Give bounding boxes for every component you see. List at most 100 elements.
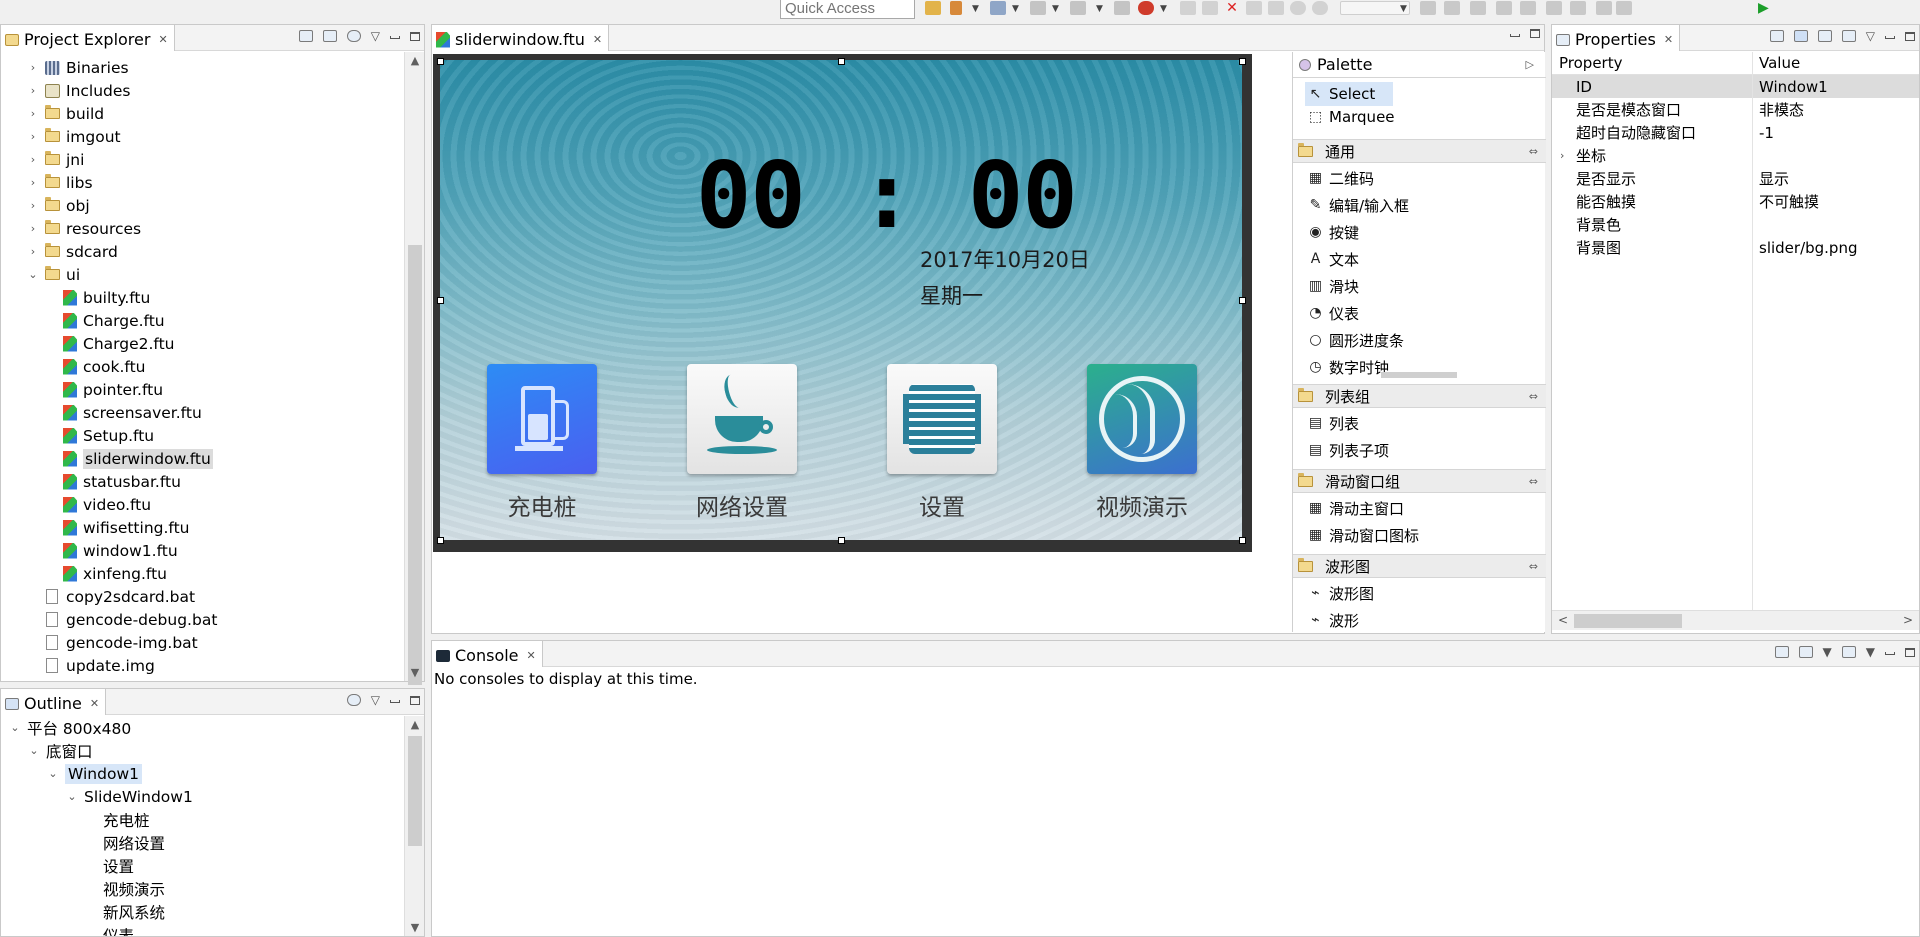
tab-outline[interactable]: Outline ✕: [1, 689, 107, 715]
chevron-down-icon[interactable]: ▽: [371, 693, 380, 707]
chevron-right-icon[interactable]: ›: [27, 199, 39, 212]
palette-item[interactable]: ▤ 列表子项: [1308, 438, 1389, 462]
tree-item[interactable]: cook.ftu: [63, 355, 145, 378]
chevron-down-icon[interactable]: ▼: [1823, 645, 1832, 659]
property-row[interactable]: 背景色: [1552, 213, 1919, 236]
chevron-down-icon[interactable]: ▼: [1866, 645, 1875, 659]
property-row[interactable]: › 坐标: [1552, 144, 1919, 167]
palette-item[interactable]: ⌁ 波形图: [1308, 581, 1374, 605]
chevron-right-icon[interactable]: ›: [27, 107, 39, 120]
tab-project-explorer[interactable]: Project Explorer ✕: [1, 25, 175, 51]
pin-console-icon[interactable]: [1774, 646, 1789, 658]
outline-item[interactable]: 视频演示: [103, 877, 165, 900]
resize-handle[interactable]: [838, 58, 845, 65]
resize-handle[interactable]: [437, 58, 444, 65]
layout-icon[interactable]: [1496, 1, 1512, 15]
palette-item[interactable]: ○ 圆形进度条: [1308, 328, 1404, 352]
paste-icon[interactable]: [1202, 1, 1218, 15]
minimize-button[interactable]: [1885, 652, 1895, 655]
resize-handle[interactable]: [1239, 58, 1246, 65]
tree-item[interactable]: wifisetting.ftu: [63, 516, 190, 539]
palette-item[interactable]: ▤ 列表: [1308, 411, 1359, 435]
tree-item[interactable]: statusbar.ftu: [63, 470, 181, 493]
chevron-right-icon[interactable]: ▷: [1526, 58, 1534, 71]
collapse-group-icon[interactable]: ⇔: [1529, 475, 1538, 488]
tab-console[interactable]: Console ✕: [432, 641, 543, 667]
restore-default-icon[interactable]: [1841, 30, 1856, 42]
property-row[interactable]: 是否显示 显示: [1552, 167, 1919, 190]
resize-handle[interactable]: [437, 297, 444, 304]
maximize-button[interactable]: [1530, 29, 1540, 38]
layout-icon[interactable]: [1616, 1, 1632, 15]
tree-item[interactable]: gencode-debug.bat: [46, 608, 217, 631]
categories-icon[interactable]: [1793, 30, 1808, 42]
tree-item[interactable]: › Binaries: [27, 56, 129, 79]
tree-item[interactable]: Setup.ftu: [63, 424, 154, 447]
collapse-group-icon[interactable]: ⇔: [1529, 560, 1538, 573]
outline-item[interactable]: ⌄ 平台 800x480: [9, 716, 131, 739]
outline-item[interactable]: 充电桩: [103, 808, 150, 831]
outline-item[interactable]: ⌄ 底窗口: [28, 739, 92, 762]
view-menu-icon[interactable]: [346, 30, 361, 42]
chevron-right-icon[interactable]: ›: [27, 245, 39, 258]
open-folder-icon[interactable]: [925, 1, 941, 15]
chevron-down-icon[interactable]: ⌄: [27, 268, 39, 281]
tree-item[interactable]: xinfeng.ftu: [63, 562, 167, 585]
property-value[interactable]: -1: [1759, 124, 1774, 142]
chevron-right-icon[interactable]: ›: [27, 153, 39, 166]
close-icon[interactable]: ✕: [593, 33, 602, 46]
palette-item[interactable]: ✎ 编辑/输入框: [1308, 193, 1409, 217]
tree-item[interactable]: copy2sdcard.bat: [46, 585, 195, 608]
maximize-button[interactable]: [410, 695, 420, 705]
chevron-down-icon[interactable]: ▼: [1052, 4, 1059, 14]
palette-item[interactable]: ▦ 二维码: [1308, 166, 1374, 190]
tree-item[interactable]: window1.ftu: [63, 539, 178, 562]
tree-item[interactable]: › imgout: [27, 125, 121, 148]
chevron-down-icon[interactable]: ⌄: [66, 790, 78, 803]
scroll-down-icon[interactable]: ▼: [405, 666, 425, 679]
tree-item[interactable]: gencode-img.bat: [46, 631, 198, 654]
scroll-up-icon[interactable]: ▲: [405, 54, 425, 67]
tree-item[interactable]: › Includes: [27, 79, 131, 102]
palette-item[interactable]: ▦ 滑动主窗口: [1308, 496, 1404, 520]
palette-tool-marquee[interactable]: ⬚ Marquee: [1308, 105, 1395, 129]
undo-icon[interactable]: [1246, 1, 1262, 15]
layout-icon[interactable]: [1546, 1, 1562, 15]
chevron-down-icon[interactable]: ▼: [1012, 4, 1019, 14]
minimize-button[interactable]: [390, 36, 400, 39]
close-icon[interactable]: ✕: [158, 33, 167, 46]
palette-item[interactable]: ▦ 滑动窗口图标: [1308, 523, 1419, 547]
tab-sliderwindow[interactable]: sliderwindow.ftu ✕: [432, 25, 610, 51]
pin-icon[interactable]: [1769, 30, 1784, 42]
layout-icon[interactable]: [1444, 1, 1460, 15]
outline-item[interactable]: 新风系统: [103, 900, 165, 923]
close-icon[interactable]: ✕: [90, 697, 99, 710]
palette-item[interactable]: ◷ 数字时钟: [1308, 355, 1389, 379]
align-icon[interactable]: [1070, 1, 1086, 15]
app-network-settings[interactable]: 网络设置: [662, 364, 822, 522]
tree-item[interactable]: update.img: [46, 654, 155, 677]
tree-item[interactable]: Charge2.ftu: [63, 332, 175, 355]
app-charging-station[interactable]: 充电桩: [462, 364, 622, 522]
outline-scrollbar[interactable]: ▲ ▼: [404, 716, 424, 936]
scrollbar-thumb[interactable]: [408, 736, 422, 846]
collapse-all-icon[interactable]: [298, 30, 313, 42]
chevron-right-icon[interactable]: ›: [27, 130, 39, 143]
tree-item[interactable]: pointer.ftu: [63, 378, 163, 401]
build-icon[interactable]: [950, 1, 962, 15]
chevron-right-icon[interactable]: ›: [27, 176, 39, 189]
zoom-out-icon[interactable]: [1312, 1, 1328, 15]
palette-item[interactable]: ◉ 按键: [1308, 220, 1359, 244]
close-icon[interactable]: ✕: [527, 649, 536, 662]
layout-icon[interactable]: [1570, 1, 1586, 15]
chevron-right-icon[interactable]: ›: [27, 61, 39, 74]
scroll-up-icon[interactable]: ▲: [405, 718, 425, 731]
chevron-down-icon[interactable]: ▼: [1400, 4, 1407, 14]
debug-icon[interactable]: [1138, 1, 1154, 15]
filter-icon[interactable]: [1817, 30, 1832, 42]
minimize-button[interactable]: [1885, 36, 1895, 39]
close-icon[interactable]: ✕: [1664, 33, 1673, 46]
layout-icon[interactable]: [1596, 1, 1612, 15]
chevron-down-icon[interactable]: ▼: [1160, 4, 1167, 14]
chevron-right-icon[interactable]: ›: [27, 84, 39, 97]
